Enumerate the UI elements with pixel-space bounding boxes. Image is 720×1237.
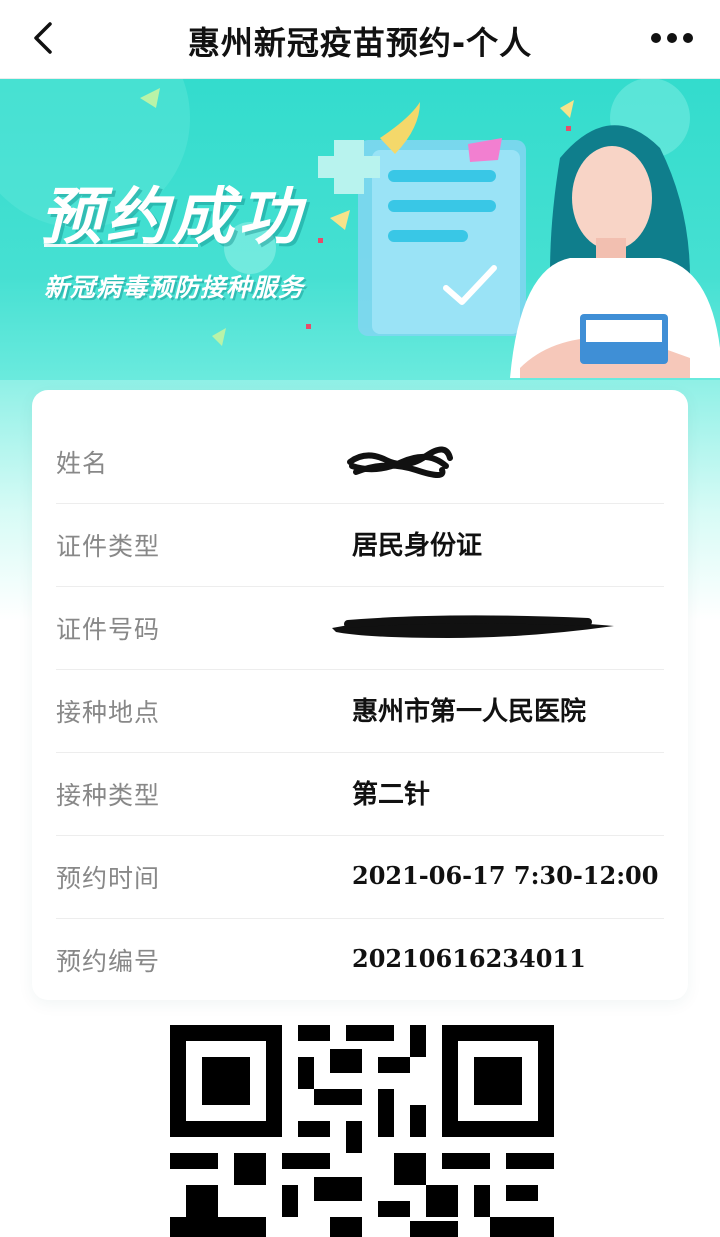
info-row-appointment-time: 预约时间 2021-06-17 7:30-12:00 <box>56 835 664 919</box>
info-row-appointment-number: 预约编号 20210616234011 <box>56 918 664 1001</box>
info-label: 姓名 <box>56 449 109 478</box>
info-label: 接种类型 <box>56 781 161 810</box>
nav-bar: 惠州新冠疫苗预约-个人 <box>0 0 720 79</box>
banner-headline: 预约成功 <box>40 180 305 253</box>
info-label: 接种地点 <box>56 698 161 727</box>
banner-subtitle: 新冠病毒预防接种服务 <box>44 273 305 302</box>
qr-code <box>170 1025 554 1237</box>
info-row-id-type: 证件类型 居民身份证 <box>56 503 664 587</box>
page-title: 惠州新冠疫苗预约-个人 <box>187 24 533 62</box>
info-label: 证件号码 <box>56 615 161 644</box>
info-label: 预约编号 <box>56 947 161 976</box>
info-value: 2021-06-17 7:30-12:00 <box>352 861 659 890</box>
redacted-id-scribble <box>332 615 614 638</box>
info-value: 第二针 <box>352 780 431 810</box>
banner-divider <box>44 244 198 247</box>
info-row-id-number: 证件号码 <box>56 586 664 670</box>
more-dots-icon[interactable] <box>650 28 694 48</box>
info-value: 居民身份证 <box>352 531 483 561</box>
info-value: 20210616234011 <box>352 944 586 973</box>
redacted-name-scribble <box>347 446 453 478</box>
info-label: 证件类型 <box>56 532 161 561</box>
qr-code-image <box>170 1025 554 1237</box>
info-row-dose-type: 接种类型 第二针 <box>56 752 664 836</box>
info-label: 预约时间 <box>56 864 161 893</box>
appointment-info-card: 姓名 证件类型 居民身份证 证件号码 接种地点 惠州市第一人民医院 接种类型 第… <box>32 390 688 1000</box>
info-row-location: 接种地点 惠州市第一人民医院 <box>56 669 664 753</box>
info-value: 惠州市第一人民医院 <box>352 697 587 727</box>
info-row-name: 姓名 <box>56 420 664 504</box>
